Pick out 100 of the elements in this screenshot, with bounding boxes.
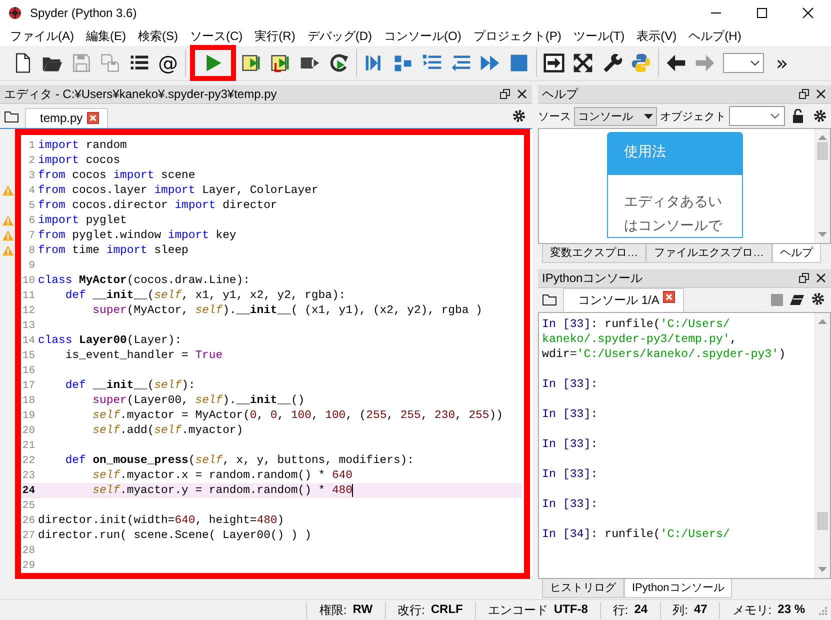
- status-label: 改行:: [398, 602, 425, 618]
- code-line: def __init__(self, x1, y1, x2, y2, rgba):: [64, 290, 346, 302]
- line-number: 27: [21, 530, 35, 542]
- tab[interactable]: ヒストリログ: [542, 579, 624, 598]
- line-number: 26: [21, 514, 35, 526]
- dropdown[interactable]: [723, 53, 764, 73]
- line-number: 13: [21, 320, 35, 332]
- status-value: UTF-8: [554, 602, 588, 618]
- line-number: 3: [28, 170, 35, 182]
- chevron-icon: [770, 112, 780, 120]
- menu-item[interactable]: ヘルプ(H): [682, 26, 748, 46]
- line-number: 28: [21, 544, 35, 556]
- tab[interactable]: ヘルプ: [772, 244, 821, 263]
- folder-icon[interactable]: [542, 293, 557, 306]
- tab[interactable]: 変数エクスプロ…: [542, 244, 646, 263]
- menu-item[interactable]: ソース(C): [184, 26, 249, 46]
- status-value: CRLF: [430, 602, 463, 618]
- code-line: is_event_handler = True: [64, 350, 223, 362]
- menu-item[interactable]: デバッグ(D): [301, 26, 378, 46]
- dropdown[interactable]: [729, 106, 785, 126]
- line-number: 9: [28, 260, 35, 272]
- line-number: 10: [21, 274, 35, 286]
- console-line: kaneko/.spyder-py3/temp.py',: [542, 332, 738, 347]
- eraser-icon[interactable]: [789, 294, 805, 306]
- card-title: 使用法: [608, 133, 742, 175]
- toolbar-button[interactable]: @: [155, 49, 181, 77]
- floppy-icon: [70, 52, 92, 74]
- resize-grip-icon[interactable]: [817, 605, 827, 615]
- settings-icon[interactable]: [512, 109, 526, 123]
- wrench-icon: [601, 52, 623, 74]
- line-number: 6: [28, 214, 35, 226]
- menu-item[interactable]: ファイル(A): [4, 26, 80, 46]
- tab[interactable]: コンソール 1/A: [563, 288, 684, 312]
- field-label: ソース: [538, 110, 571, 124]
- line-number: 4: [28, 184, 35, 196]
- line-number: 23: [21, 470, 35, 482]
- menu-item[interactable]: コンソール(O): [378, 26, 468, 46]
- tab-close-icon[interactable]: [663, 291, 676, 303]
- tab[interactable]: ファイルエクスプロ…: [646, 244, 772, 263]
- cell-play-icon: [241, 52, 263, 74]
- code-line: def __init__(self):: [64, 380, 196, 392]
- line-number: 22: [21, 454, 35, 466]
- settings-icon[interactable]: [813, 109, 827, 123]
- line-number: 2: [28, 154, 35, 166]
- scrollbar[interactable]: [814, 313, 830, 578]
- scrollbar-thumb[interactable]: [817, 512, 828, 530]
- undock-icon[interactable]: [499, 88, 511, 100]
- line-number: 20: [21, 424, 35, 436]
- console-line: In [33]:: [542, 377, 599, 392]
- toolbar-button[interactable]: »: [769, 49, 795, 77]
- close-icon[interactable]: [815, 88, 827, 100]
- line-number: 14: [21, 334, 35, 346]
- code-line: from cocos.director import director: [38, 200, 278, 212]
- code-line: def on_mouse_press(self, x, y, buttons, modifiers):: [64, 454, 414, 466]
- settings-icon[interactable]: [811, 292, 825, 306]
- console-line: In [33]:: [542, 467, 599, 482]
- console-line: In [33]:: [542, 407, 599, 422]
- code-line: self.add(self.myactor): [92, 424, 244, 436]
- undock-icon[interactable]: [798, 88, 810, 100]
- menu-item[interactable]: プロジェクト(P): [467, 26, 568, 46]
- undock-icon[interactable]: [798, 272, 810, 284]
- status-value: 24: [634, 602, 648, 618]
- stop-icon: [508, 52, 530, 74]
- dropdown-arrow-icon[interactable]: [644, 114, 653, 118]
- menu-item[interactable]: 編集(E): [80, 26, 132, 46]
- scrollbar[interactable]: [814, 129, 830, 243]
- status-label: 列:: [672, 602, 688, 618]
- menu-item[interactable]: 検索(S): [132, 26, 184, 46]
- status-value: RW: [352, 602, 373, 618]
- code-line: class MyActor(cocos.draw.Line):: [38, 274, 250, 286]
- line-number: 11: [21, 290, 35, 302]
- line-number: 29: [21, 560, 35, 572]
- code-line: class Layer00(Layer):: [38, 334, 182, 346]
- tab[interactable]: temp.py: [25, 108, 108, 128]
- tab-close-icon[interactable]: [86, 112, 99, 124]
- menu-item[interactable]: 表示(V): [630, 26, 683, 46]
- floppies-icon: [99, 52, 121, 74]
- tab[interactable]: IPythonコンソール: [624, 579, 732, 598]
- line-number: 12: [21, 304, 35, 316]
- console-line: In [34]: runfile('C:/Users/: [542, 527, 731, 542]
- code-line: from time import sleep: [38, 244, 188, 256]
- fullscreen-icon: [572, 52, 594, 74]
- console-line: In [33]:: [542, 437, 599, 452]
- folder-icon[interactable]: [4, 110, 19, 123]
- dropdown[interactable]: コンソール: [574, 106, 657, 126]
- code-line: director.init(width=640, height=480): [38, 514, 284, 526]
- menu-item[interactable]: 実行(R): [248, 26, 302, 46]
- lock-icon[interactable]: [792, 109, 804, 123]
- close-icon[interactable]: [516, 88, 528, 100]
- menu-item[interactable]: ツール(T): [567, 26, 631, 46]
- rerun-icon: [328, 52, 350, 74]
- line-number: 5: [28, 200, 35, 212]
- pane-title: エディタ - C:¥Users¥kaneko¥.spyder-py3¥temp.py: [4, 86, 277, 102]
- code-line: import pyglet: [38, 214, 127, 226]
- left-arrow-icon: [665, 52, 687, 74]
- status-label: メモリ:: [732, 602, 772, 618]
- status-value: 47: [694, 602, 708, 618]
- code-line: super(MyActor, self).__init__( (x1, y1), (x2, y2), rgba ): [92, 304, 482, 316]
- close-icon[interactable]: [815, 272, 827, 284]
- scrollbar-thumb[interactable]: [817, 142, 828, 160]
